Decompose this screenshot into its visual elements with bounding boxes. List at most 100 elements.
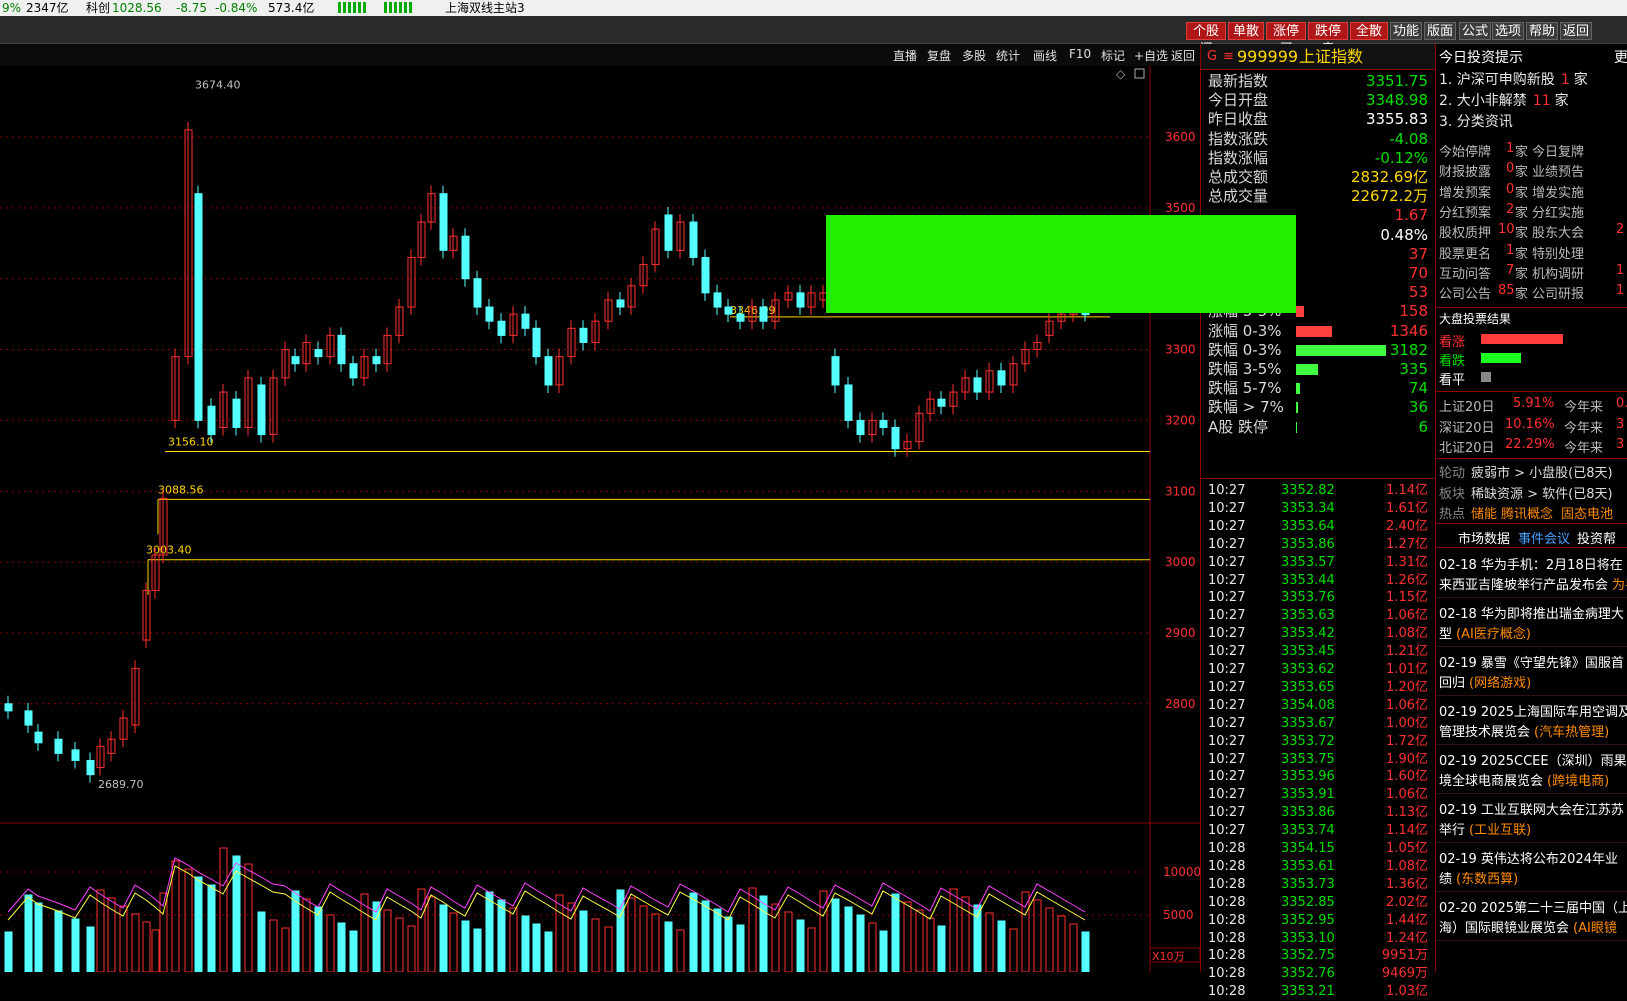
volume-bar (395, 917, 404, 972)
toolbar-7[interactable]: +自选 (1134, 47, 1168, 64)
candle (532, 327, 541, 358)
volume-bar (784, 911, 793, 972)
tick-row: 10:27 3353.86 1.13亿 (1201, 804, 1436, 822)
stat-label2[interactable]: 公司研报 (1532, 283, 1584, 302)
news-line2[interactable]: 绩 (东数西算) (1439, 868, 1518, 887)
stat-count2: 2 (1616, 222, 1625, 238)
volume-bar (579, 910, 588, 972)
news-divider (1436, 891, 1627, 892)
menu-1[interactable]: 单散 (1228, 22, 1264, 40)
volume-bar (664, 921, 673, 972)
tick-row: 10:28 3353.10 1.24亿 (1201, 930, 1436, 948)
volume-bar (184, 868, 193, 972)
stat-label[interactable]: 股权质押 (1439, 222, 1491, 241)
news-line1[interactable]: 02-19 2025上海国际车用空调及 (1439, 701, 1627, 720)
toolbar-5[interactable]: F10 (1069, 47, 1091, 61)
tip-item[interactable]: 2. 大小非解禁 11 家 (1439, 90, 1569, 110)
stat-label[interactable]: 公司公告 (1439, 283, 1491, 302)
toolbar-3[interactable]: 统计 (996, 47, 1020, 64)
label-support: 3156.10 (168, 436, 214, 449)
quote-row: 涨幅 0-3% 1346 (1201, 322, 1436, 341)
stat-label2[interactable]: 机构调研 (1532, 263, 1584, 282)
toolbar-0[interactable]: 直播 (893, 47, 917, 64)
volume-bar (34, 902, 43, 972)
news-line1[interactable]: 02-19 工业互联网大会在江苏苏 (1439, 799, 1624, 818)
menu-5[interactable]: 功能 (1390, 22, 1422, 40)
menu-3[interactable]: 跌停卖 (1308, 22, 1348, 57)
tip-item[interactable]: 3. 分类资讯 (1439, 111, 1523, 131)
volume-bar (407, 925, 416, 972)
candle (544, 356, 553, 386)
news-line1[interactable]: 02-20 2025第二十三届中国（上 (1439, 897, 1627, 916)
menu-9[interactable]: 帮助 (1526, 22, 1558, 40)
toolbar-2[interactable]: 多股 (962, 47, 986, 64)
stat-label[interactable]: 财报披露 (1439, 161, 1491, 180)
menu-2[interactable]: 涨停买 (1266, 22, 1306, 57)
stat-label2[interactable]: 特别处理 (1532, 243, 1584, 262)
divider (1201, 478, 1436, 479)
news-line1[interactable]: 02-19 英伟达将公布2024年业 (1439, 848, 1618, 867)
candle (461, 235, 470, 280)
tip-item[interactable]: 1. 沪深可申购新股 1 家 (1439, 69, 1588, 89)
tick-row: 10:27 3353.62 1.01亿 (1201, 661, 1436, 679)
tick-price: 3352.95 (1281, 912, 1335, 928)
news-line2[interactable]: 来西亚吉隆坡举行产品发布会为手机) (1439, 574, 1627, 593)
toolbar-6[interactable]: 标记 (1101, 47, 1125, 64)
news-line2[interactable]: 境全球电商展览会 (跨境电商) (1439, 770, 1609, 789)
hot-item[interactable]: 固态电池 (1561, 503, 1613, 522)
stat-label[interactable]: 股票更名 (1439, 243, 1491, 262)
menu-0[interactable]: 个股闪 (1186, 22, 1226, 57)
tick-price: 3353.76 (1281, 590, 1335, 606)
breadth-bar (1296, 402, 1298, 414)
stat-label[interactable]: 互动问答 (1439, 263, 1491, 282)
news-tag: (跨境电商) (1547, 774, 1610, 789)
menu-6[interactable]: 版面 (1424, 22, 1456, 40)
stat-label[interactable]: 分红预案 (1439, 202, 1491, 221)
divider (1436, 547, 1627, 548)
tick-time: 10:28 (1208, 858, 1246, 874)
tick-amount: 1.24亿 (1386, 930, 1428, 946)
tick-price: 3353.86 (1281, 805, 1335, 821)
tick-amount: 1.05亿 (1386, 841, 1428, 856)
news-tag: (AI眼镜 (1573, 921, 1617, 936)
news-line2[interactable]: 回归 (网络游戏) (1439, 672, 1531, 691)
candle (796, 292, 805, 308)
stat-label2[interactable]: 增发实施 (1532, 182, 1584, 201)
news-line2[interactable]: 海）国际眼镜业展览会 (AI眼镜 (1439, 917, 1617, 936)
news-line1[interactable]: 02-18 华为手机：2月18日将在 (1439, 554, 1623, 573)
tick-price: 3353.63 (1281, 608, 1335, 624)
news-line2[interactable]: 型 (AI医疗概念) (1439, 623, 1531, 642)
toolbar-4[interactable]: 画线 (1033, 47, 1057, 64)
news-line2[interactable]: 管理技术展览会 (汽车热管理) (1439, 721, 1609, 740)
news-tab[interactable]: 投资帮 (1577, 528, 1616, 547)
news-line1[interactable]: 02-19 2025CCEE（深圳）雨果 (1439, 750, 1627, 769)
candle (736, 313, 745, 322)
quote-row: 跌幅 5-7% 74 (1201, 379, 1436, 398)
stat-label2[interactable]: 业绩预告 (1532, 161, 1584, 180)
news-line1[interactable]: 02-19 暴雪《守望先锋》国服首 (1439, 652, 1624, 671)
more-link[interactable]: 更 (1614, 47, 1627, 67)
rotation-value[interactable]: 稀缺资源 > 软件(已8天) (1471, 483, 1613, 502)
hot-item[interactable]: 储能 (1471, 503, 1497, 522)
stat-label2[interactable]: 分红实施 (1532, 202, 1584, 221)
news-tab[interactable]: 事件会议 (1518, 528, 1570, 547)
menu-4[interactable]: 全散 (1350, 22, 1388, 40)
menu-7[interactable]: 公式 (1459, 22, 1491, 40)
news-line2[interactable]: 举行 (工业互联) (1439, 819, 1531, 838)
toolbar-8[interactable]: 返回 (1171, 47, 1195, 64)
stat-label2[interactable]: 今日复牌 (1532, 141, 1584, 160)
tick-amount: 9469万 (1381, 966, 1428, 982)
toolbar-1[interactable]: 复盘 (927, 47, 951, 64)
news-tab[interactable]: 市场数据 (1458, 528, 1510, 547)
stat-label[interactable]: 今始停牌 (1439, 141, 1491, 160)
breadth-bar (1296, 325, 1332, 337)
tick-row: 10:27 3353.45 1.21亿 (1201, 643, 1436, 661)
menu-10[interactable]: 返回 (1560, 22, 1592, 40)
stat-label[interactable]: 增发预案 (1439, 182, 1491, 201)
menu-8[interactable]: 选项 (1492, 22, 1524, 40)
quote-row-value: 3351.75 (1365, 72, 1428, 90)
stat-label2[interactable]: 股东大会 (1532, 222, 1584, 241)
news-line1[interactable]: 02-18 华为即将推出瑞金病理大 (1439, 603, 1624, 622)
hot-item[interactable]: 腾讯概念 (1501, 503, 1553, 522)
rotation-value[interactable]: 疲弱市 > 小盘股(已8天) (1471, 462, 1613, 481)
